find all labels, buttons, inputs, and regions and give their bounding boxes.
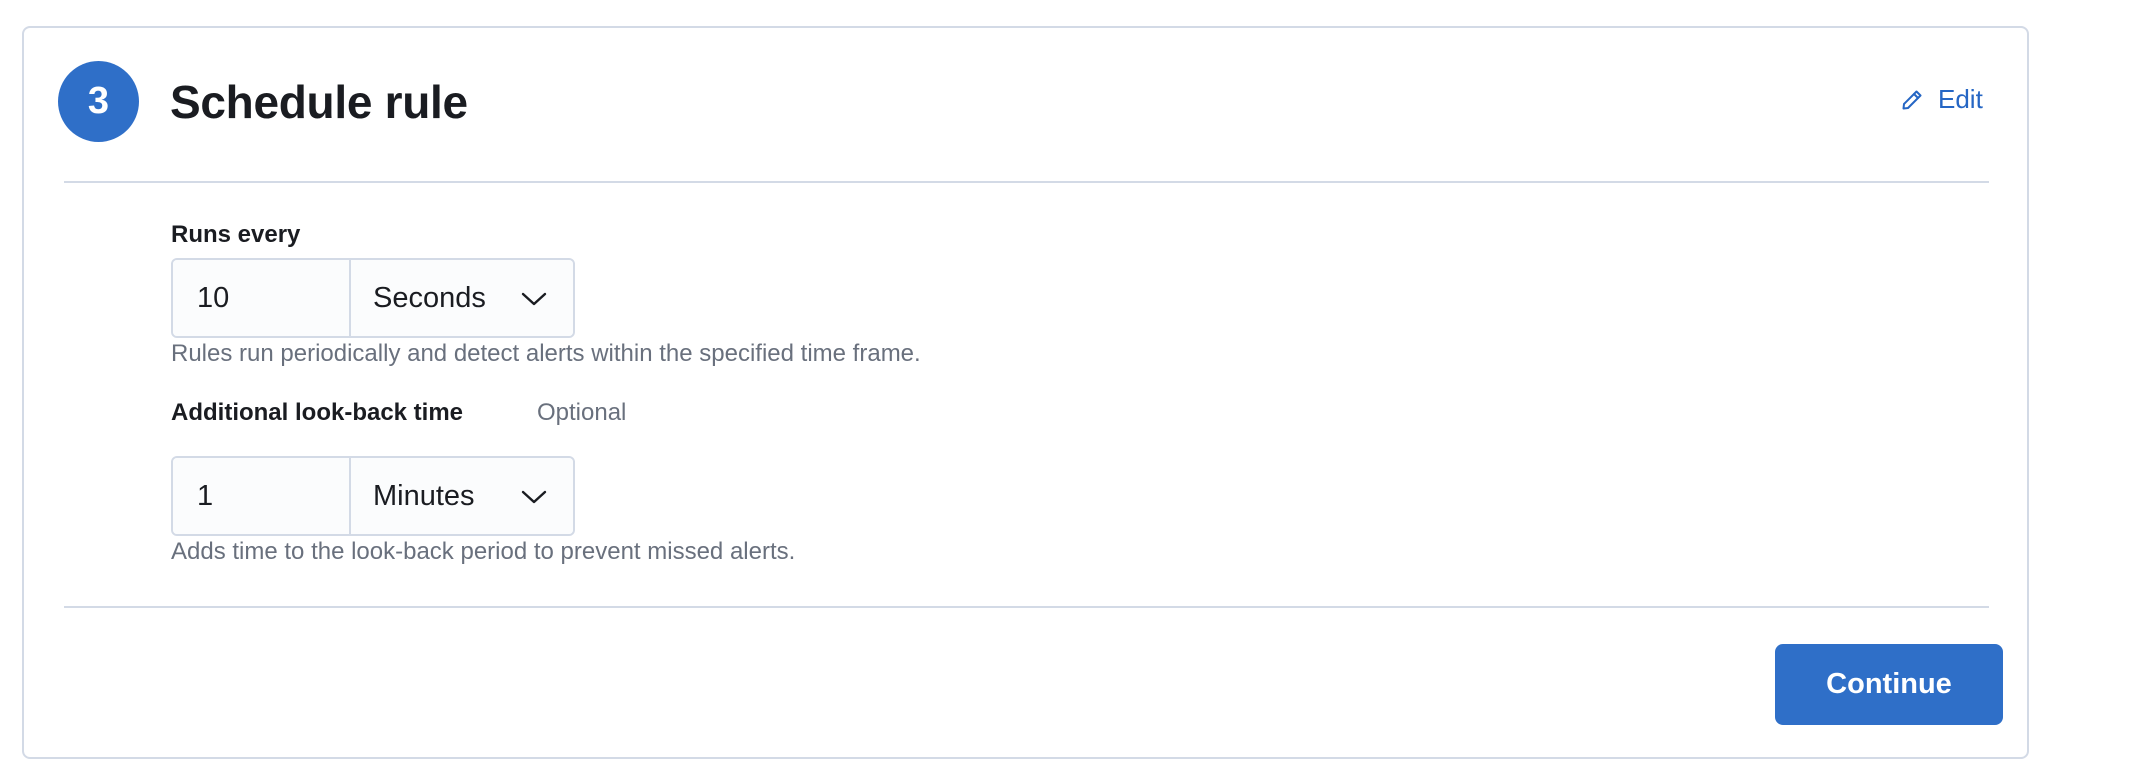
- chevron-down-icon: [521, 480, 547, 513]
- runs-every-unit-select[interactable]: Seconds: [351, 260, 573, 336]
- footer-divider: [64, 606, 1989, 608]
- look-back-unit-select[interactable]: Minutes: [351, 458, 573, 534]
- runs-every-unit-value: Seconds: [373, 281, 486, 314]
- runs-every-label: Runs every: [171, 221, 301, 248]
- runs-every-value-input[interactable]: [173, 260, 351, 336]
- edit-label: Edit: [1938, 84, 1983, 114]
- look-back-value-input[interactable]: [173, 458, 351, 534]
- edit-button[interactable]: Edit: [1900, 84, 1983, 115]
- look-back-label: Additional look-back time: [171, 399, 464, 426]
- page-title: Schedule rule: [170, 76, 468, 128]
- look-back-input-group: Minutes: [171, 456, 575, 536]
- header-divider: [64, 181, 1989, 183]
- look-back-help-text: Adds time to the look-back period to pre…: [171, 538, 796, 565]
- step-number-badge: 3: [58, 61, 139, 142]
- pencil-icon: [1900, 88, 1924, 112]
- step-number: 3: [87, 80, 110, 122]
- optional-label: Optional: [537, 399, 627, 426]
- continue-button[interactable]: Continue: [1775, 644, 2003, 725]
- chevron-down-icon: [521, 282, 547, 315]
- runs-every-input-group: Seconds: [171, 258, 575, 338]
- schedule-rule-panel: 3 Schedule rule Edit Runs every Seconds …: [22, 26, 2029, 759]
- continue-label: Continue: [1826, 668, 1952, 700]
- runs-every-help-text: Rules run periodically and detect alerts…: [171, 340, 921, 367]
- look-back-unit-value: Minutes: [373, 479, 475, 512]
